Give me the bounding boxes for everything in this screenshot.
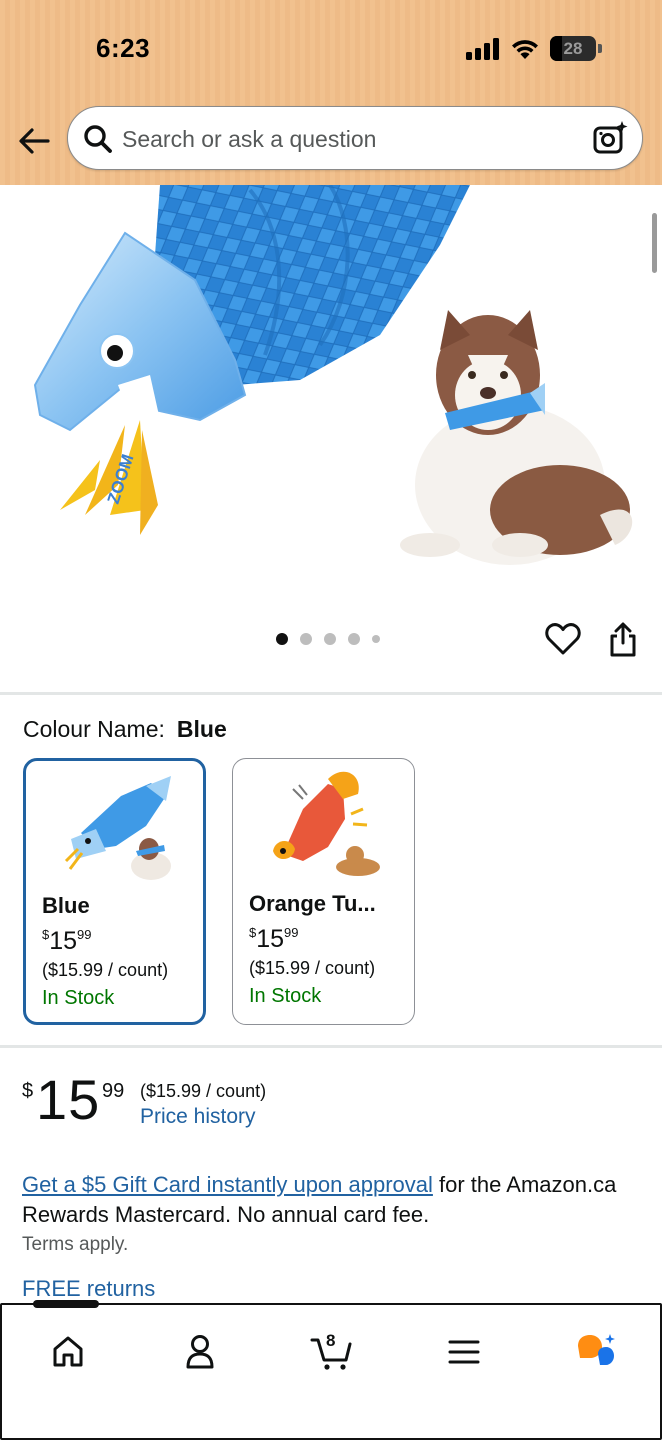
free-returns-link[interactable]: FREE returns xyxy=(22,1276,155,1302)
product-image-gallery[interactable]: ZOOM xyxy=(0,185,662,585)
section-divider xyxy=(0,1045,662,1048)
nav-home[interactable] xyxy=(38,1327,98,1377)
nav-account[interactable] xyxy=(170,1327,230,1377)
back-arrow-icon[interactable] xyxy=(16,124,52,158)
colour-name-label: Colour Name: Blue xyxy=(23,716,227,743)
pagination-dot-4[interactable] xyxy=(348,633,360,645)
swatch-price: $1599 xyxy=(249,925,299,953)
search-bar[interactable] xyxy=(67,106,643,170)
status-icons: 28 xyxy=(466,36,602,61)
colour-option-orange[interactable]: Orange Tu... $1599 ($15.99 / count) In S… xyxy=(232,758,415,1025)
image-pagination-dots[interactable] xyxy=(276,633,380,645)
swatch-unit-price: ($15.99 / count) xyxy=(42,960,169,980)
home-icon xyxy=(53,1336,83,1367)
pagination-dot-5[interactable] xyxy=(372,635,380,643)
pagination-dot-2[interactable] xyxy=(300,633,312,645)
colour-label-text: Colour Name: xyxy=(23,716,165,742)
price-per-unit: ($15.99 / count) xyxy=(140,1081,267,1101)
nav-cart[interactable]: 8 xyxy=(302,1327,362,1377)
nav-tab-indicator xyxy=(33,1300,99,1308)
section-divider xyxy=(0,692,662,695)
bottom-navigation-bar: 8 xyxy=(0,1303,662,1440)
credit-card-promo: Get a $5 Gift Card instantly upon approv… xyxy=(22,1170,632,1230)
cart-count: 8 xyxy=(326,1331,336,1350)
price-currency: $ xyxy=(22,1080,34,1102)
wishlist-heart-icon[interactable] xyxy=(545,622,581,656)
orange-swatch-image xyxy=(273,771,380,876)
pagination-dot-3[interactable] xyxy=(324,633,336,645)
swatch-stock-status: In Stock xyxy=(42,987,115,1009)
colour-option-blue[interactable]: Blue $1599 ($15.99 / count) In Stock xyxy=(23,758,206,1025)
swatch-name: Orange Tu... xyxy=(249,891,376,916)
product-image: ZOOM xyxy=(33,185,633,565)
menu-icon xyxy=(448,1340,480,1364)
price-history-link[interactable]: Price history xyxy=(140,1105,256,1129)
scroll-indicator[interactable] xyxy=(652,213,657,273)
status-time: 6:23 xyxy=(96,33,151,63)
nav-rufus-assistant[interactable] xyxy=(566,1327,626,1377)
person-icon xyxy=(186,1335,214,1369)
swatch-unit-price: ($15.99 / count) xyxy=(249,958,376,978)
blue-swatch-image xyxy=(64,776,171,880)
terms-text: Terms apply. xyxy=(22,1234,129,1255)
battery-indicator: 28 xyxy=(550,36,596,61)
price-whole: 15 xyxy=(36,1068,101,1131)
battery-level: 28 xyxy=(563,38,583,58)
pagination-dot-1[interactable] xyxy=(276,633,288,645)
search-input[interactable] xyxy=(122,119,582,159)
swatch-name: Blue xyxy=(42,893,90,918)
wifi-icon xyxy=(512,39,538,59)
swatch-price: $1599 xyxy=(42,927,92,955)
selected-colour-name: Blue xyxy=(176,716,227,742)
gift-card-offer-link[interactable]: Get a $5 Gift Card instantly upon approv… xyxy=(22,1172,433,1197)
assistant-icon xyxy=(578,1334,615,1365)
share-icon[interactable] xyxy=(607,622,639,658)
search-icon xyxy=(84,125,112,153)
swatch-stock-status: In Stock xyxy=(249,985,322,1007)
app-header: 6:23 28 xyxy=(0,0,662,185)
signal-icon xyxy=(466,37,499,60)
price-fraction: 99 xyxy=(102,1080,125,1102)
nav-menu[interactable] xyxy=(434,1327,494,1377)
camera-search-icon[interactable] xyxy=(592,120,628,156)
